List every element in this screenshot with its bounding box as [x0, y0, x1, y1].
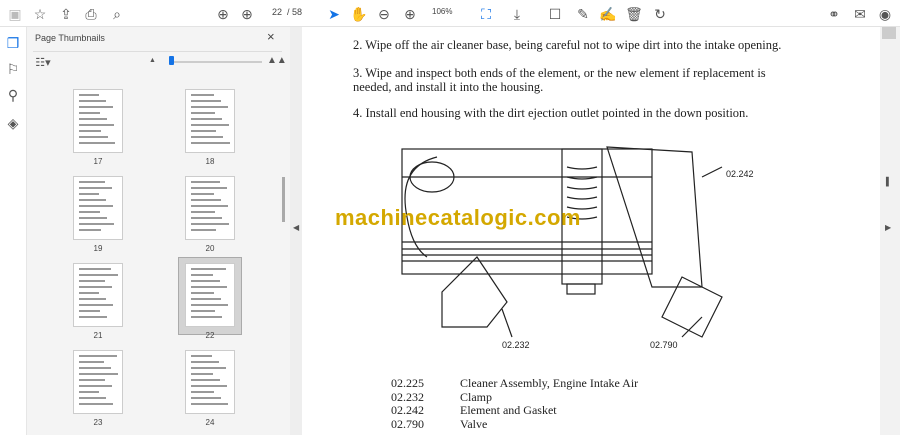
- zoom-level-select[interactable]: 106%: [432, 7, 452, 16]
- panel-splitter[interactable]: ◀: [290, 27, 302, 435]
- parts-row: 02.242 Element and Gasket: [391, 403, 638, 418]
- close-panel-button[interactable]: ×: [267, 29, 275, 44]
- comment-icon[interactable]: ☐: [545, 4, 565, 24]
- account-icon[interactable]: ◉: [875, 4, 895, 24]
- panel-scrollbar[interactable]: [282, 77, 287, 435]
- part-code: 02.225: [391, 376, 424, 390]
- thumbnail-page-number: 21: [93, 331, 103, 340]
- part-description: Valve: [460, 416, 488, 431]
- sign-icon[interactable]: ✍: [598, 4, 618, 24]
- thumbnail-page-number: 17: [93, 157, 103, 166]
- page-total: / 58: [287, 7, 303, 17]
- next-page-icon[interactable]: ⊕: [237, 4, 257, 24]
- callout-02-242: 02.242: [726, 169, 754, 179]
- thumbnails-panel: Page Thumbnails × ☷▾ ▲ ▲▲ 17 18 19 20 21 22 23…: [27, 27, 290, 435]
- slider-handle[interactable]: [169, 56, 174, 65]
- attachments-icon[interactable]: ⚲: [3, 85, 23, 105]
- step-2: 2. Wipe off the air cleaner base, being …: [353, 38, 782, 52]
- air-cleaner-diagram: [401, 146, 723, 338]
- page-thumbnail[interactable]: [185, 176, 235, 240]
- zoom-in-icon[interactable]: ⊕: [400, 4, 420, 24]
- thumbnail-options-icon[interactable]: ☷▾: [33, 53, 53, 73]
- upload-cloud-icon[interactable]: ⇪: [56, 4, 76, 24]
- print-icon[interactable]: ⎙: [81, 4, 101, 24]
- page-thumbnail[interactable]: [185, 89, 235, 153]
- thumbnail-page-number: 22: [205, 331, 215, 340]
- part-code: 02.790: [391, 416, 424, 431]
- thumbnail-page-number: 20: [205, 244, 215, 253]
- bookmark-star-icon[interactable]: ☆: [30, 4, 50, 24]
- left-rail: ❐ ⚐ ⚲ ◈: [0, 27, 27, 435]
- page-thumbnail[interactable]: [73, 350, 123, 414]
- step-3: 3. Wipe and inspect both ends of the ele…: [353, 66, 766, 80]
- bookmarks-icon[interactable]: ⚐: [3, 59, 23, 79]
- part-code: 02.232: [391, 389, 424, 404]
- page-thumbnails-icon[interactable]: ❐: [3, 33, 23, 53]
- parts-list: 02.225 Cleaner Assembly, Engine Intake Ai…: [391, 376, 639, 432]
- small-thumbnails-icon[interactable]: ▲: [149, 57, 156, 64]
- select-cursor-icon[interactable]: ➤: [324, 4, 344, 24]
- page-thumbnail[interactable]: [185, 263, 235, 327]
- thumbnail-page-number: 23: [93, 418, 103, 427]
- layers-icon[interactable]: ◈: [3, 113, 23, 133]
- parts-row: 02.232 Clamp: [391, 389, 638, 405]
- page-thumbnail[interactable]: [185, 350, 235, 414]
- page-thumbnail[interactable]: [73, 176, 123, 240]
- previous-page-icon[interactable]: ⊕: [213, 4, 233, 24]
- page-thumbnail[interactable]: [73, 89, 123, 153]
- scroll-mode-icon[interactable]: ⤓: [507, 4, 527, 24]
- watermark: machinecatalogic.com: [335, 205, 581, 230]
- part-description: Clamp: [460, 389, 492, 404]
- delete-icon[interactable]: 🗑: [624, 4, 644, 24]
- fit-page-icon[interactable]: ⛶: [476, 4, 496, 24]
- scrollbar-thumb[interactable]: [882, 27, 896, 39]
- step-3-cont: needed, and install it into the housing.: [353, 80, 544, 94]
- thumbnail-page-number: 19: [93, 244, 103, 253]
- page-number-input[interactable]: 22 / 58: [272, 7, 302, 17]
- document-scrollbar[interactable]: ▐ ▶: [880, 27, 900, 435]
- save-icon[interactable]: ▣: [5, 4, 25, 24]
- rotate-icon[interactable]: ↻: [650, 4, 670, 24]
- page-thumbnail[interactable]: [73, 263, 123, 327]
- callout-02-790: 02.790: [650, 340, 678, 350]
- email-icon[interactable]: ✉: [850, 4, 870, 24]
- part-description: Element and Gasket: [460, 403, 557, 418]
- thumbnail-page-number: 18: [205, 157, 215, 166]
- thumbnail-page-number: 24: [205, 418, 215, 427]
- thumbnail-size-slider[interactable]: [172, 61, 262, 63]
- document-page: 2. Wipe off the air cleaner base, being …: [302, 27, 880, 435]
- callout-02-232: 02.232: [502, 340, 530, 350]
- toolbar: ▣ ☆ ⇪ ⎙ ⌕ ⊕ ⊕ 22 / 58 ➤ ✋ ⊖ ⊕ 106% ⛶ ⤓ ☐…: [0, 0, 900, 27]
- search-icon[interactable]: ⌕: [107, 4, 127, 24]
- step-4: 4. Install end housing with the dirt eje…: [353, 106, 749, 120]
- large-thumbnails-icon[interactable]: ▲▲: [267, 55, 287, 66]
- share-link-icon[interactable]: ⚭: [824, 4, 844, 24]
- parts-row: 02.225 Cleaner Assembly, Engine Intake Ai…: [391, 376, 639, 391]
- thumbnail-list: 17 18 19 20 21 22 23 24: [27, 77, 282, 435]
- highlight-pen-icon[interactable]: ✎: [573, 4, 593, 24]
- parts-row: 02.790 Valve: [391, 416, 638, 432]
- part-code: 02.242: [391, 403, 424, 418]
- part-description: Cleaner Assembly, Engine Intake Air: [460, 376, 639, 390]
- hand-tool-icon[interactable]: ✋: [349, 4, 369, 24]
- zoom-out-icon[interactable]: ⊖: [374, 4, 394, 24]
- panel-title: Page Thumbnails: [35, 33, 105, 43]
